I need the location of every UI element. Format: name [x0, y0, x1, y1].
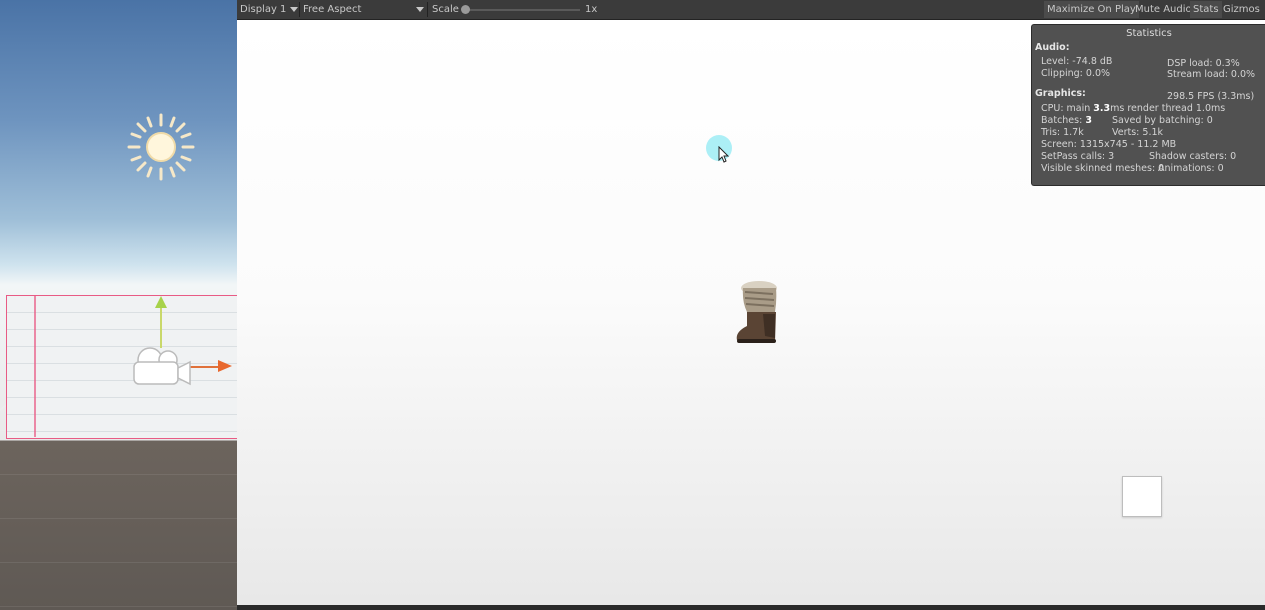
scale-value: 1x: [585, 4, 598, 15]
mute-audio-button[interactable]: Mute Audio: [1132, 1, 1195, 18]
scale-slider-thumb[interactable]: [461, 5, 470, 14]
scale-label: Scale: [432, 4, 459, 15]
display-label: Display 1: [240, 4, 287, 15]
cpu-stats: CPU: main 3.3ms render thread 1.0ms: [1041, 103, 1225, 115]
white-square-object[interactable]: [1122, 476, 1162, 517]
scale-slider-track[interactable]: [465, 9, 580, 11]
statistics-panel: Statistics Audio: Level: -74.8 dB Clippi…: [1031, 24, 1265, 186]
game-view: Display 1 Free Aspect Scale 1x Maximize …: [237, 0, 1265, 610]
bottom-edge: [237, 605, 1265, 610]
animations: Animations: 0: [1158, 163, 1224, 174]
maximize-on-play-button[interactable]: Maximize On Play: [1044, 1, 1139, 18]
cpu-suffix: ms render thread 1.0ms: [1110, 103, 1226, 114]
aspect-dropdown[interactable]: Free Aspect: [303, 0, 361, 19]
graphics-header: Graphics:: [1035, 88, 1086, 99]
boot-object[interactable]: [729, 278, 785, 348]
verts: Verts: 5.1k: [1112, 127, 1164, 138]
audio-clipping: Clipping: 0.0%: [1041, 68, 1111, 79]
gizmos-button[interactable]: Gizmos: [1220, 1, 1263, 18]
saved-by-batching: Saved by batching: 0: [1112, 115, 1213, 126]
visible-skinned-meshes: Visible skinned meshes: 0: [1041, 163, 1165, 174]
audio-level: Level: -74.8 dB: [1041, 56, 1113, 67]
dropdown-arrow-icon: [416, 7, 424, 12]
gizmo-y-arrow[interactable]: [155, 296, 167, 308]
ground-grid: [0, 430, 237, 610]
audio-header: Audio:: [1035, 42, 1070, 53]
display-dropdown[interactable]: Display 1: [240, 0, 286, 19]
game-toolbar: Display 1 Free Aspect Scale 1x Maximize …: [237, 0, 1265, 20]
camera-icon[interactable]: [128, 342, 198, 392]
scene-view[interactable]: [0, 0, 237, 610]
setpass-calls: SetPass calls: 3: [1041, 151, 1115, 162]
aspect-label: Free Aspect: [303, 4, 362, 15]
statistics-title: Statistics: [1126, 28, 1172, 39]
toolbar-separator: [427, 2, 428, 17]
batches: Batches: 3: [1041, 115, 1092, 127]
batches-value: 3: [1085, 115, 1092, 126]
tris: Tris: 1.7k: [1041, 127, 1084, 138]
batches-prefix: Batches:: [1041, 115, 1086, 126]
gizmo-x-arrow[interactable]: [218, 360, 232, 372]
fps: 298.5 FPS (3.3ms): [1167, 91, 1255, 102]
cpu-main: 3.3: [1093, 103, 1111, 114]
camera-frustum-edge: [34, 295, 36, 437]
sun-icon[interactable]: [126, 112, 196, 182]
shadow-casters: Shadow casters: 0: [1149, 151, 1237, 162]
cpu-prefix: CPU: main: [1041, 103, 1094, 114]
dropdown-arrow-icon: [290, 7, 298, 12]
stream-load: Stream load: 0.0%: [1167, 69, 1256, 80]
stats-button[interactable]: Stats: [1190, 1, 1222, 18]
screen-info: Screen: 1315x745 - 11.2 MB: [1041, 139, 1177, 150]
toolbar-separator: [299, 2, 300, 17]
cursor-icon: [718, 146, 730, 163]
